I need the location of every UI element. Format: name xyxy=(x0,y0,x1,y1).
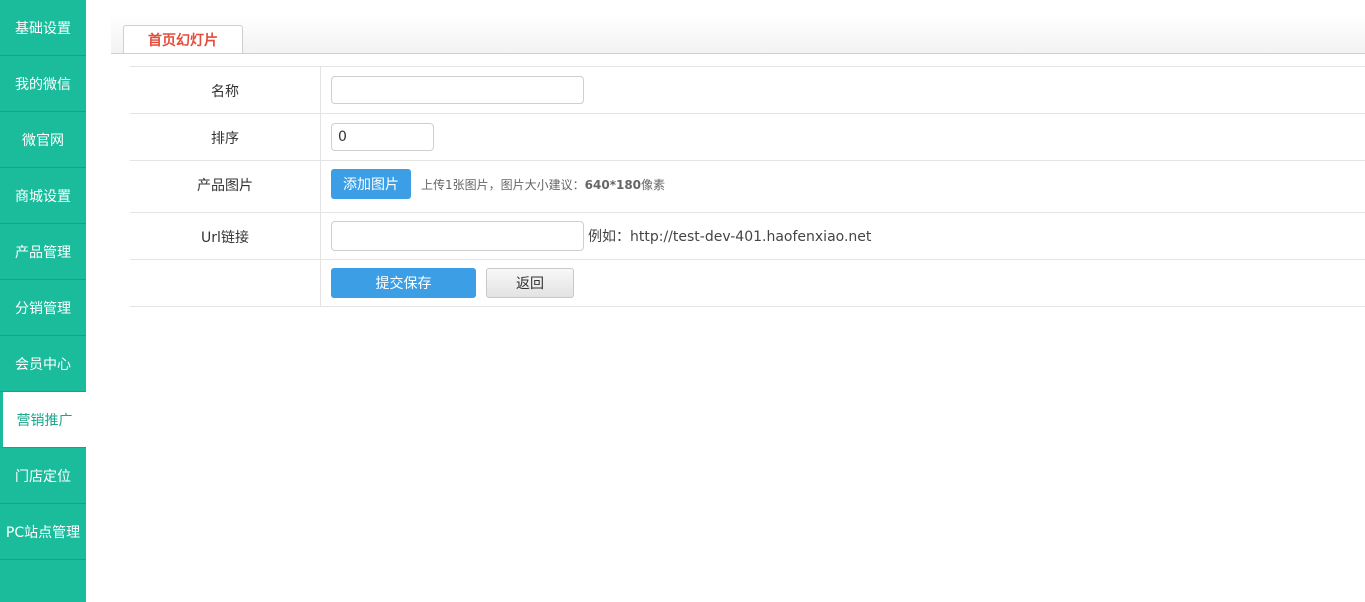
image-hint: 上传1张图片，图片大小建议：640*180像素 xyxy=(421,176,665,193)
form-row-image: 产品图片 添加图片 上传1张图片，图片大小建议：640*180像素 xyxy=(130,161,1365,213)
slideshow-form: 名称 排序 产品图片 添加图片 上传1张图片，图片大小建议：640*180像素 … xyxy=(130,66,1365,307)
image-label: 产品图片 xyxy=(130,161,321,212)
sidebar-item-marketing[interactable]: 营销推广 xyxy=(0,392,86,448)
form-row-name: 名称 xyxy=(130,67,1365,114)
sidebar: 基础设置 我的微信 微官网 商城设置 产品管理 分销管理 会员中心 营销推广 门… xyxy=(0,0,86,602)
name-label: 名称 xyxy=(130,67,321,113)
form-row-actions: 提交保存 返回 xyxy=(130,260,1365,307)
form-row-url: Url链接 例如：http://test-dev-401.haofenxiao.… xyxy=(130,213,1365,260)
submit-save-button[interactable]: 提交保存 xyxy=(331,268,476,298)
sidebar-item-mall-settings[interactable]: 商城设置 xyxy=(0,168,86,224)
form-row-sort: 排序 xyxy=(130,114,1365,161)
sidebar-item-store-location[interactable]: 门店定位 xyxy=(0,448,86,504)
sidebar-item-member-center[interactable]: 会员中心 xyxy=(0,336,86,392)
image-hint-suffix: 像素 xyxy=(641,178,666,192)
sidebar-item-pc-site-management[interactable]: PC站点管理 xyxy=(0,504,86,560)
sidebar-item-basic-settings[interactable]: 基础设置 xyxy=(0,0,86,56)
main-content: 首页幻灯片 名称 排序 产品图片 添加图片 上传1张图片，图片大小建议：640*… xyxy=(86,0,1365,602)
tab-bar: 首页幻灯片 xyxy=(111,14,1365,54)
url-example-value: http://test-dev-401.haofenxiao.net xyxy=(630,229,872,245)
url-label: Url链接 xyxy=(130,213,321,259)
url-example-prefix: 例如： xyxy=(588,229,630,245)
image-hint-size: 640*180 xyxy=(584,178,642,192)
add-image-button[interactable]: 添加图片 xyxy=(331,169,411,199)
sort-input[interactable] xyxy=(331,123,434,151)
url-example: 例如：http://test-dev-401.haofenxiao.net xyxy=(588,226,871,246)
actions-label-cell xyxy=(130,260,321,306)
sidebar-item-product-management[interactable]: 产品管理 xyxy=(0,224,86,280)
tab-home-slideshow[interactable]: 首页幻灯片 xyxy=(123,25,243,53)
sidebar-item-micro-site[interactable]: 微官网 xyxy=(0,112,86,168)
sort-label: 排序 xyxy=(130,114,321,160)
sidebar-item-distribution-management[interactable]: 分销管理 xyxy=(0,280,86,336)
url-input[interactable] xyxy=(331,221,584,251)
image-hint-prefix: 上传1张图片，图片大小建议： xyxy=(421,178,585,192)
sidebar-item-my-wechat[interactable]: 我的微信 xyxy=(0,56,86,112)
back-button[interactable]: 返回 xyxy=(486,268,574,298)
name-input[interactable] xyxy=(331,76,584,104)
